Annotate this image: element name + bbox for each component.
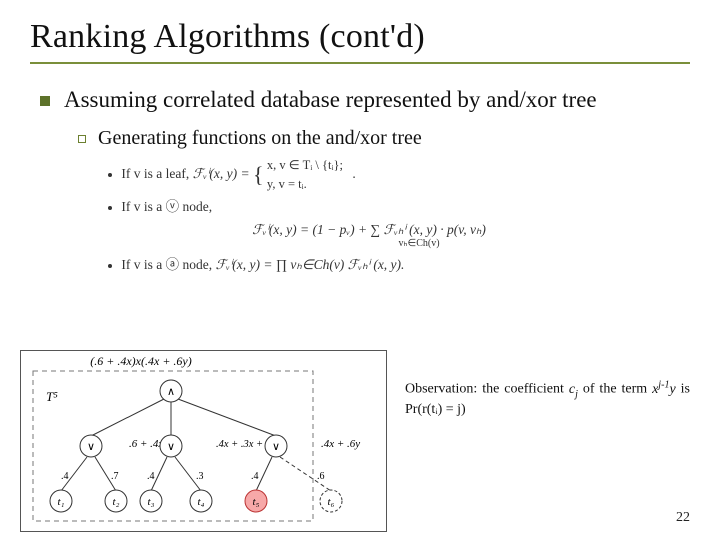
svg-text:t₆: t₆	[328, 496, 335, 508]
formula-block: If v is a leaf, ℱᵥⁱ(x, y) = { x, v ∈ Tᵢ …	[108, 156, 690, 275]
diagram-or3-label: .4x + .6y	[321, 438, 360, 450]
svg-text:∨: ∨	[87, 441, 95, 453]
svg-text:.6: .6	[317, 471, 325, 482]
formula-leaf: If v is a leaf, ℱᵥⁱ(x, y) = { x, v ∈ Tᵢ …	[108, 156, 690, 194]
main-bullet-row: Assuming correlated database represented…	[40, 86, 680, 115]
sub-bullet-row: Generating functions on the and/xor tree	[78, 127, 690, 150]
tree-diagram: T⁵ (.6 + .4x)x(.4x + .6y) ∧ ∨ .6 + .4x ∨…	[20, 350, 387, 532]
svg-text:.7: .7	[111, 471, 119, 482]
bullet-dot-icon	[108, 206, 112, 210]
svg-text:∨: ∨	[272, 441, 280, 453]
bullet-dot-icon	[108, 264, 112, 268]
slide-title-block: Ranking Algorithms (cont'd)	[30, 18, 690, 64]
diagram-root-expr: (.6 + .4x)x(.4x + .6y)	[90, 354, 191, 368]
formula-or-body-row: ℱᵥⁱ(x, y) = (1 − pᵥ) + ∑ ℱᵥₕⁱ (x, y) · p…	[108, 220, 630, 251]
svg-text:t₁: t₁	[58, 496, 65, 508]
observation-mid: of the term	[583, 382, 652, 397]
label-T5: T⁵	[46, 389, 58, 404]
svg-text:.4: .4	[147, 471, 155, 482]
diagram-or1-label: .6 + .4x	[129, 438, 163, 450]
svg-text:∧: ∧	[167, 386, 175, 398]
formula-or-body: ℱᵥⁱ(x, y) = (1 − pᵥ) + ∑ ℱᵥₕⁱ (x, y) · p…	[252, 222, 486, 237]
svg-text:.3: .3	[196, 471, 204, 482]
sub-bullet-text: Generating functions on the and/xor tree	[98, 127, 422, 150]
sub-bullet-square-icon	[78, 135, 86, 143]
formula-leaf-case-a: x, v ∈ Tᵢ \ {tᵢ};	[267, 156, 343, 175]
formula-or-sum-subscript: vₕ∈Ch(v)	[208, 236, 630, 251]
formula-and-prefix: If v is a ⓐ node,	[121, 257, 215, 272]
slide-title: Ranking Algorithms (cont'd)	[30, 18, 425, 55]
formula-or: If v is a ⓥ node,	[108, 197, 690, 217]
formula-leaf-func: ℱᵥⁱ(x, y) =	[193, 166, 253, 181]
observation-text: Observation: the coefficient cj of the t…	[405, 378, 690, 419]
svg-text:.4: .4	[251, 471, 259, 482]
formula-or-prefix: If v is a ⓥ node,	[121, 199, 212, 214]
main-bullet-text: Assuming correlated database represented…	[64, 86, 597, 115]
bullet-dot-icon	[108, 173, 112, 177]
observation-prefix: Observation: the coefficient	[405, 382, 569, 397]
svg-text:t₂: t₂	[113, 496, 120, 508]
svg-text:.4: .4	[61, 471, 69, 482]
svg-text:∨: ∨	[167, 441, 175, 453]
formula-leaf-case-b: y, v = tᵢ.	[267, 175, 343, 194]
svg-text:t₅: t₅	[253, 496, 260, 508]
bullet-square-icon	[40, 96, 50, 106]
svg-text:t₃: t₃	[148, 496, 155, 508]
formula-leaf-prefix: If v is a leaf,	[121, 166, 192, 181]
formula-and: If v is a ⓐ node, ℱᵥⁱ(x, y) = ∏ vₕ∈Ch(v)…	[108, 255, 690, 275]
page-number: 22	[676, 510, 690, 526]
svg-text:t₄: t₄	[198, 496, 205, 508]
formula-and-body: ℱᵥⁱ(x, y) = ∏ vₕ∈Ch(v) ℱᵥₕⁱ (x, y).	[215, 257, 404, 272]
